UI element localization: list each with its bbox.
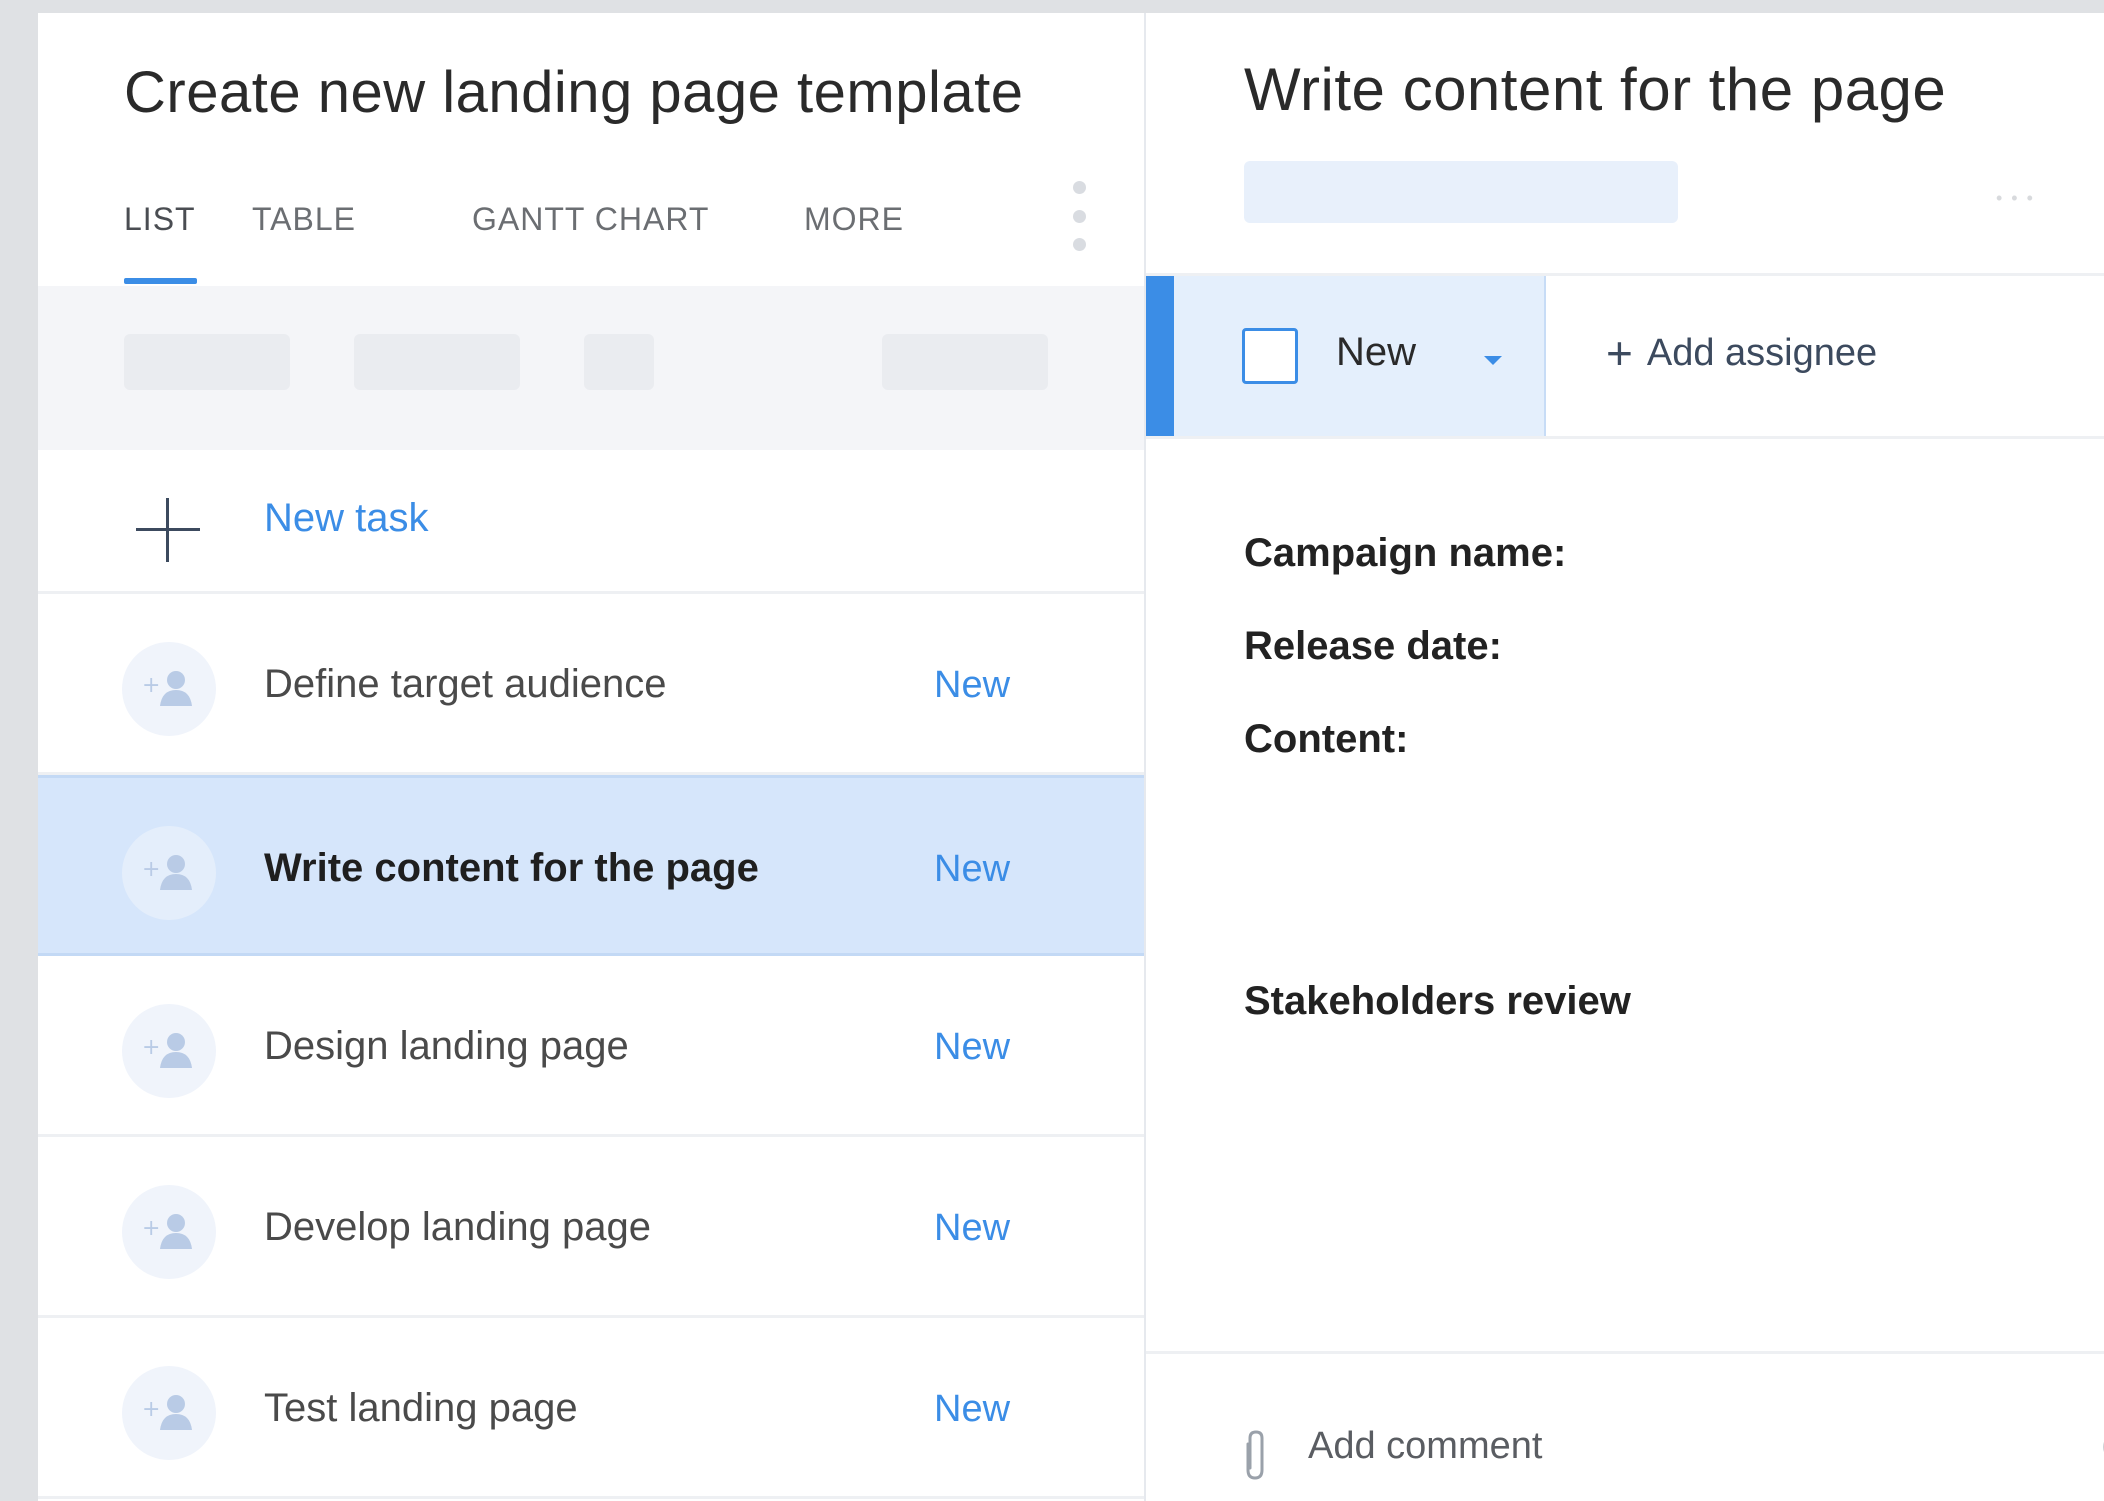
svg-text:+: +: [142, 1397, 160, 1422]
add-user-icon[interactable]: +: [122, 1004, 216, 1098]
task-name: Design landing page: [264, 1024, 629, 1068]
task-row[interactable]: + Define target audience New: [38, 594, 1144, 775]
task-name: Develop landing page: [264, 1205, 651, 1249]
task-status[interactable]: New: [934, 1026, 1010, 1069]
view-tabs: LIST TABLE GANTT CHART MORE: [124, 185, 1114, 285]
task-row[interactable]: + Test landing page New: [38, 1318, 1144, 1499]
task-detail-title[interactable]: Write content for the page: [1244, 55, 1946, 124]
filter-placeholder[interactable]: [584, 334, 654, 390]
add-assignee-button[interactable]: + Add assignee: [1606, 326, 1877, 386]
svg-text:+: +: [142, 857, 160, 882]
status-accent-bar: [1146, 276, 1174, 436]
svg-text:+: +: [142, 1035, 160, 1060]
task-name: Write content for the page: [264, 846, 759, 890]
task-status[interactable]: New: [934, 848, 1010, 891]
task-description[interactable]: Campaign name: Release date: Content:: [1244, 531, 1566, 810]
project-title: Create new landing page template: [124, 60, 1024, 125]
task-toolbar: New + Add assignee: [1146, 273, 2104, 439]
tab-table[interactable]: TABLE: [252, 201, 356, 238]
tab-gantt-chart[interactable]: GANTT CHART: [472, 201, 709, 238]
task-status[interactable]: New: [934, 1388, 1010, 1431]
add-user-icon[interactable]: +: [122, 1366, 216, 1460]
task-row-selected[interactable]: + Write content for the page New: [38, 775, 1144, 956]
filter-placeholder[interactable]: [354, 334, 520, 390]
project-panel: Create new landing page template LIST TA…: [38, 13, 1146, 1501]
status-label: New: [1336, 330, 1417, 374]
tab-more[interactable]: MORE: [804, 201, 904, 238]
task-meta-placeholder: [1244, 161, 1678, 223]
comment-input[interactable]: [1306, 1410, 2070, 1482]
app-window: Create new landing page template LIST TA…: [38, 13, 2104, 1501]
description-release-date: Release date:: [1244, 624, 1502, 668]
more-horizontal-icon[interactable]: • • •: [1996, 188, 2035, 209]
task-row[interactable]: + Develop landing page New: [38, 1137, 1144, 1318]
new-task-label: New task: [264, 496, 429, 540]
comment-bar: [1146, 1351, 2104, 1501]
filter-placeholder[interactable]: [882, 334, 1048, 390]
description-content: Content:: [1244, 717, 1409, 761]
task-detail-panel: Write content for the page • • • New + Ad…: [1146, 13, 2104, 1501]
add-user-icon[interactable]: +: [122, 826, 216, 920]
filter-placeholder[interactable]: [124, 334, 290, 390]
plus-icon: [136, 498, 200, 562]
active-tab-indicator: [124, 278, 197, 284]
filter-bar: [38, 286, 1144, 450]
add-assignee-label: Add assignee: [1646, 331, 1878, 374]
task-name: Test landing page: [264, 1386, 578, 1430]
add-user-icon[interactable]: +: [122, 642, 216, 736]
description-campaign-name: Campaign name:: [1244, 531, 1567, 575]
paperclip-icon[interactable]: [1238, 1428, 1272, 1484]
task-status[interactable]: New: [934, 1207, 1010, 1250]
more-vertical-icon[interactable]: [1066, 181, 1092, 251]
chevron-down-icon: [1484, 356, 1502, 365]
svg-text:+: +: [142, 673, 160, 698]
description-review: Stakeholders review: [1244, 979, 1631, 1023]
new-task-button[interactable]: New task: [38, 450, 1144, 594]
add-user-icon[interactable]: +: [122, 1185, 216, 1279]
complete-checkbox[interactable]: [1242, 328, 1298, 384]
task-row[interactable]: + Design landing page New: [38, 956, 1144, 1137]
task-name: Define target audience: [264, 662, 667, 706]
task-list: + Define target audience New + Write con…: [38, 594, 1144, 1499]
plus-icon: +: [1606, 327, 1633, 379]
status-dropdown[interactable]: New: [1146, 276, 1546, 436]
svg-text:+: +: [142, 1216, 160, 1241]
tab-list[interactable]: LIST: [124, 201, 196, 238]
task-status[interactable]: New: [934, 664, 1010, 707]
